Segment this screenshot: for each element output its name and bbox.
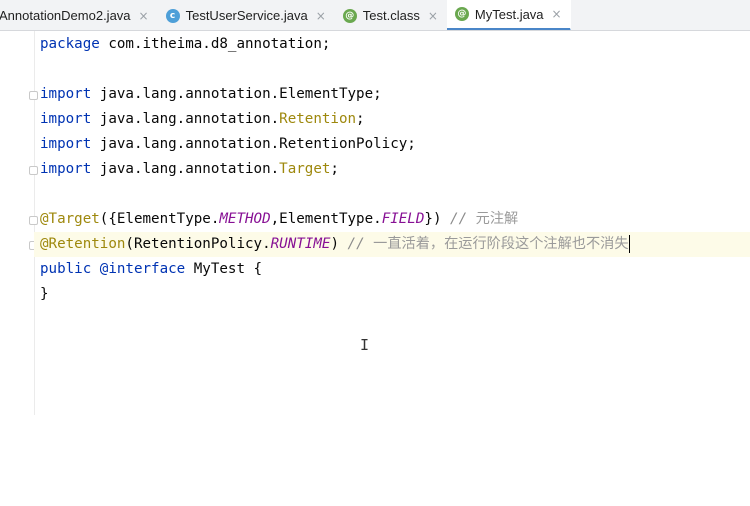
code-text-part: (RetentionPolicy. — [125, 236, 271, 252]
annotation: @Target — [40, 211, 100, 227]
code-editor[interactable]: package com.itheima.d8_annotation; impor… — [0, 31, 750, 415]
static-field: FIELD — [381, 211, 425, 227]
fold-marker-icon[interactable] — [29, 91, 38, 100]
package-name: com.itheima.d8_annotation; — [99, 36, 331, 52]
import-class: Target — [279, 161, 331, 177]
keyword: @interface — [91, 261, 186, 277]
closing-brace: } — [40, 286, 49, 302]
code-text-part: ) — [330, 236, 348, 252]
static-field: METHOD — [219, 211, 271, 227]
fold-marker-icon[interactable] — [29, 166, 38, 175]
ibeam-cursor-icon: I — [360, 336, 370, 354]
annotation: @Retention — [40, 236, 126, 252]
code-line-target: @Target({ElementType.METHOD,ElementType.… — [40, 207, 518, 232]
keyword: public — [40, 261, 92, 277]
comment-text: 一直活着，在运行阶段这个注解也不消失 — [373, 236, 629, 252]
code-line-close: } — [40, 282, 49, 307]
code-line-retention: @Retention(RetentionPolicy.RUNTIME) // 一… — [34, 232, 750, 257]
code-line-package: package com.itheima.d8_annotation; — [40, 32, 330, 57]
close-icon[interactable]: × — [552, 7, 562, 21]
editor-tab-bar: AnnotationDemo2.java × c TestUserService… — [0, 0, 750, 31]
tab-testuserservice[interactable]: c TestUserService.java × — [158, 0, 335, 30]
static-field: RUNTIME — [270, 236, 331, 252]
keyword: import — [40, 136, 92, 152]
type-name: MyTest { — [185, 261, 263, 277]
close-icon[interactable]: × — [316, 9, 326, 23]
annotation-icon: @ — [454, 7, 469, 21]
import-class: Retention — [279, 111, 357, 127]
keyword: package — [40, 36, 100, 52]
tab-mytest[interactable]: @ MyTest.java × — [446, 0, 571, 30]
keyword: import — [40, 161, 92, 177]
code-text-part: ({ElementType. — [99, 211, 220, 227]
fold-marker-icon[interactable] — [29, 216, 38, 225]
import-path: java.lang.annotation.RetentionPolicy; — [91, 136, 416, 152]
code-line-import: import java.lang.annotation.Target; — [40, 157, 339, 182]
tab-test-class[interactable]: @ Test.class × — [335, 0, 447, 30]
semicolon: ; — [356, 111, 365, 127]
comment-text: 元注解 — [475, 211, 519, 227]
code-text[interactable]: package com.itheima.d8_annotation; impor… — [34, 31, 750, 506]
close-icon[interactable]: × — [139, 9, 149, 23]
text-caret — [628, 235, 630, 253]
annotation-icon: @ — [342, 8, 357, 23]
close-icon[interactable]: × — [428, 9, 438, 23]
class-icon: c — [165, 8, 180, 23]
comment: // — [450, 211, 476, 227]
code-line-import: import java.lang.annotation.RetentionPol… — [40, 132, 416, 157]
import-path: java.lang.annotation.ElementType; — [91, 86, 382, 102]
code-text-part: ,ElementType. — [270, 211, 382, 227]
import-path: java.lang.annotation. — [91, 161, 280, 177]
code-line-import: import java.lang.annotation.Retention; — [40, 107, 365, 132]
tab-label: TestUserService.java — [185, 8, 308, 23]
tab-annotationdemo2[interactable]: AnnotationDemo2.java × — [0, 0, 158, 30]
keyword: import — [40, 111, 92, 127]
code-line-declaration: public @interface MyTest { — [40, 257, 262, 282]
semicolon: ; — [330, 161, 339, 177]
tab-label: AnnotationDemo2.java — [0, 8, 131, 23]
keyword: import — [40, 86, 92, 102]
tab-label: MyTest.java — [474, 6, 544, 22]
code-line-import: import java.lang.annotation.ElementType; — [40, 82, 382, 107]
comment: // — [347, 236, 374, 252]
code-text-part: }) — [424, 211, 451, 227]
import-path: java.lang.annotation. — [91, 111, 280, 127]
tab-label: Test.class — [362, 8, 420, 23]
